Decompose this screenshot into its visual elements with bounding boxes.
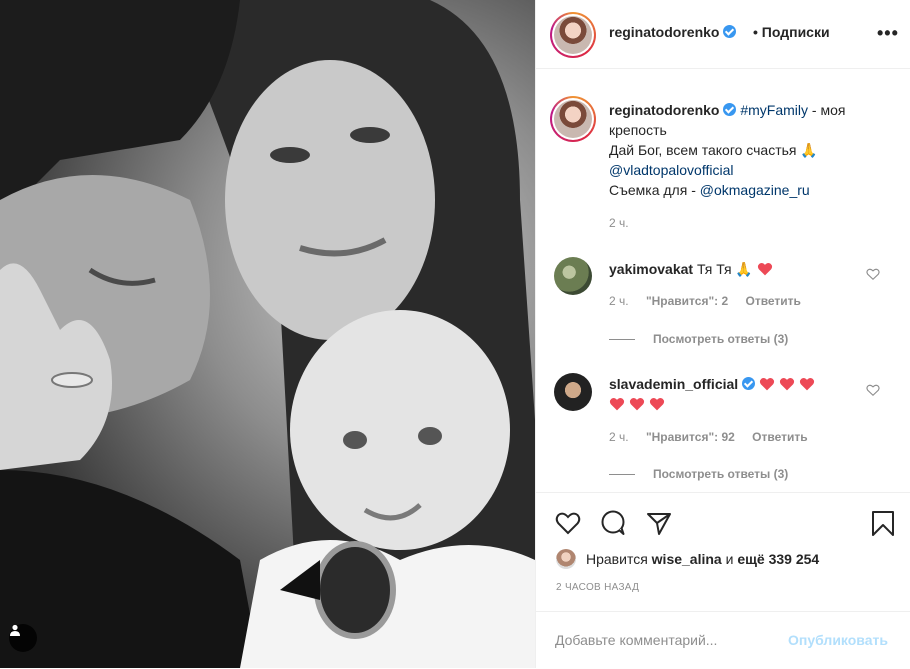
post-header: reginatodorenko • Подписки ••• bbox=[536, 0, 910, 69]
tagged-users-button[interactable] bbox=[9, 624, 37, 652]
view-replies-button[interactable]: Посмотреть ответы (3) bbox=[609, 467, 788, 481]
comment-meta: 2 ч. "Нравится": 92 Ответить bbox=[609, 430, 822, 444]
comment-input[interactable] bbox=[555, 632, 765, 648]
publish-button[interactable]: Опубликовать bbox=[788, 632, 888, 648]
caption-text: reginatodorenko #myFamily - моя крепость… bbox=[609, 100, 894, 200]
commenter-username[interactable]: slavademin_official bbox=[609, 376, 738, 392]
verified-badge-icon bbox=[723, 103, 737, 116]
follow-status[interactable]: • Подписки bbox=[753, 24, 830, 40]
separator-dot: • bbox=[753, 24, 758, 40]
comment-text: slavademin_official bbox=[609, 374, 849, 414]
likes-summary: Нравится wise_alina и ещё 339 254 bbox=[556, 549, 819, 569]
comment-like-icon[interactable] bbox=[866, 267, 880, 281]
comment-time[interactable]: 2 ч. bbox=[609, 430, 629, 444]
red-heart-emoji-icon bbox=[759, 377, 775, 391]
post-sidebar: reginatodorenko • Подписки ••• reginatod… bbox=[535, 0, 910, 668]
reply-button[interactable]: Ответить bbox=[752, 430, 807, 444]
post-photo[interactable] bbox=[0, 0, 535, 668]
caption-line2: Дай Бог, всем такого счастья 🙏 bbox=[609, 142, 818, 158]
red-heart-emoji-icon bbox=[609, 397, 625, 411]
comment-like-icon[interactable] bbox=[866, 383, 880, 397]
following-button[interactable]: Подписки bbox=[762, 24, 830, 40]
verified-badge-icon bbox=[742, 377, 756, 390]
view-replies-label[interactable]: Посмотреть ответы (3) bbox=[653, 467, 788, 481]
post-timestamp[interactable]: 2 часов назад bbox=[556, 582, 639, 593]
commenter-avatar[interactable] bbox=[554, 257, 592, 295]
hashtag-link[interactable]: #myFamily bbox=[740, 102, 808, 118]
mention-link[interactable]: @okmagazine_ru bbox=[700, 182, 810, 198]
red-heart-emoji-icon bbox=[649, 397, 664, 411]
view-replies-button[interactable]: Посмотреть ответы (3) bbox=[609, 332, 788, 346]
liker-username[interactable]: wise_alina bbox=[652, 551, 722, 567]
comment-body: Тя Тя 🙏 bbox=[696, 261, 753, 277]
photo-illustration bbox=[0, 0, 535, 668]
add-comment-form: Опубликовать bbox=[536, 611, 910, 669]
comments-list[interactable]: reginatodorenko #myFamily - моя крепость… bbox=[536, 70, 910, 492]
caption-avatar[interactable] bbox=[550, 96, 596, 142]
red-heart-emoji-icon bbox=[629, 397, 644, 411]
likes-mid: и bbox=[725, 551, 734, 567]
bookmark-save-icon[interactable] bbox=[869, 509, 897, 537]
comment-text: yakimovakat Тя Тя 🙏 bbox=[609, 259, 849, 279]
commenter-avatar[interactable] bbox=[554, 373, 592, 411]
mention-link[interactable]: @vladtopalovofficial bbox=[609, 162, 733, 178]
caption-line4: Съемка для - bbox=[609, 182, 700, 198]
verified-badge-icon bbox=[723, 25, 737, 38]
author-username[interactable]: reginatodorenko bbox=[609, 24, 737, 40]
caption-time[interactable]: 2 ч. bbox=[609, 216, 629, 230]
commenter-username[interactable]: yakimovakat bbox=[609, 261, 693, 277]
post-actions: Нравится wise_alina и ещё 339 254 2 часо… bbox=[536, 492, 910, 668]
comment-meta: 2 ч. "Нравится": 2 Ответить bbox=[609, 294, 815, 308]
caption-username[interactable]: reginatodorenko bbox=[609, 102, 719, 118]
author-avatar[interactable] bbox=[550, 12, 596, 58]
liker-avatar[interactable] bbox=[556, 549, 576, 569]
likes-prefix: Нравится bbox=[586, 551, 648, 567]
red-heart-emoji-icon bbox=[779, 377, 795, 391]
user-icon bbox=[10, 624, 20, 636]
share-direct-icon[interactable] bbox=[645, 509, 673, 537]
author-username-text[interactable]: reginatodorenko bbox=[609, 24, 719, 40]
reply-button[interactable]: Ответить bbox=[745, 294, 800, 308]
comment-likes[interactable]: "Нравится": 92 bbox=[646, 430, 735, 444]
like-heart-icon[interactable] bbox=[554, 509, 582, 537]
red-heart-emoji-icon bbox=[799, 377, 814, 391]
red-heart-emoji-icon bbox=[757, 262, 772, 276]
view-replies-label[interactable]: Посмотреть ответы (3) bbox=[653, 332, 788, 346]
comment-likes[interactable]: "Нравится": 2 bbox=[646, 294, 728, 308]
comment-bubble-icon[interactable] bbox=[599, 509, 627, 537]
more-options-icon[interactable]: ••• bbox=[877, 24, 899, 42]
comment-time[interactable]: 2 ч. bbox=[609, 294, 629, 308]
likes-count[interactable]: ещё 339 254 bbox=[737, 551, 819, 567]
